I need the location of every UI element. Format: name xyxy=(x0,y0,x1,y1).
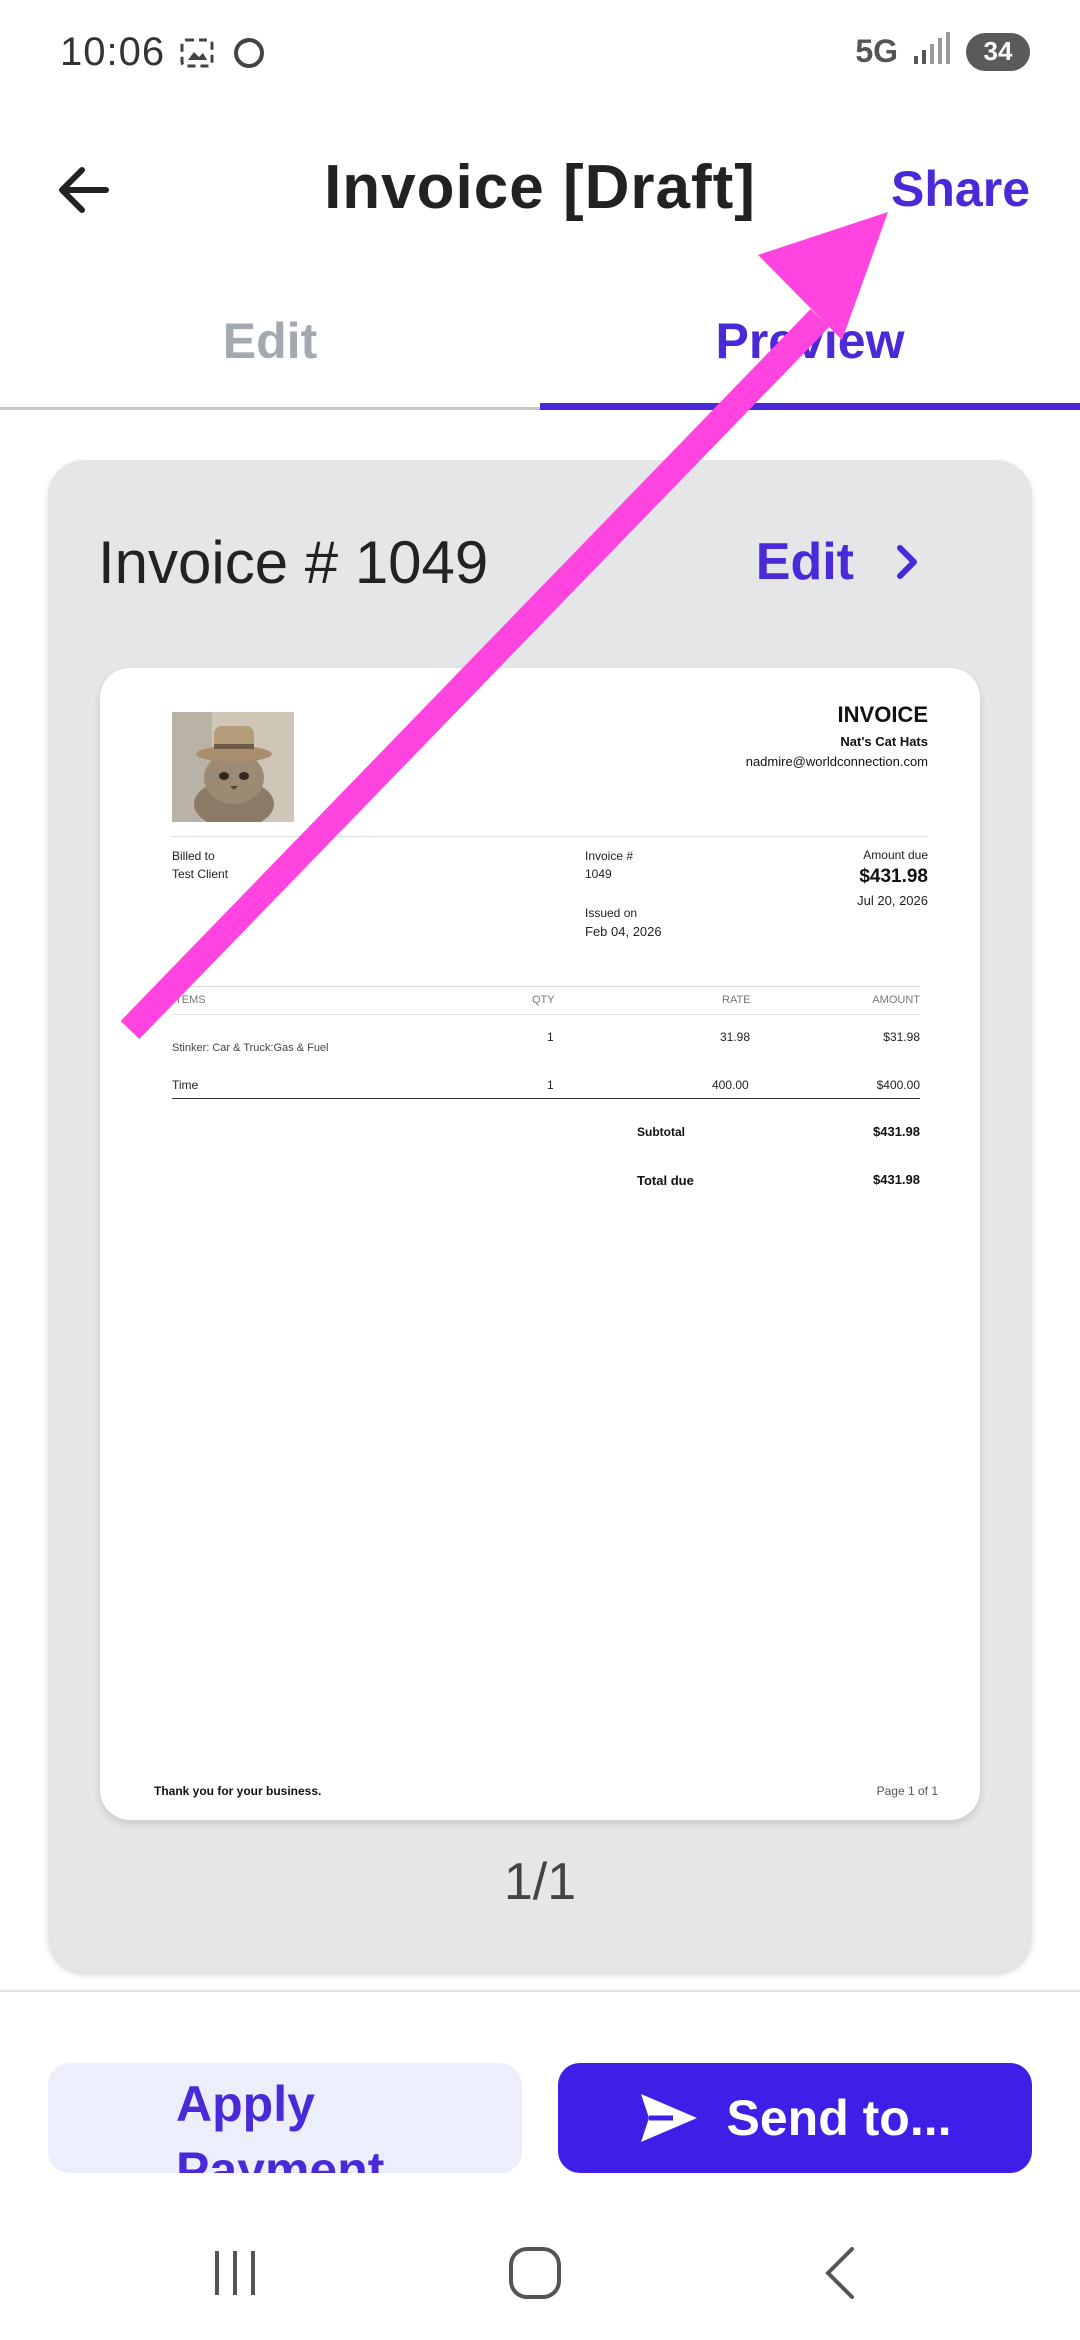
signal-icon xyxy=(912,32,952,71)
invoice-document[interactable]: INVOICE Nat's Cat Hats nadmire@worldconn… xyxy=(100,668,980,1820)
table-header-rule xyxy=(172,1014,920,1015)
sync-circle-icon xyxy=(230,34,268,77)
document-title: INVOICE xyxy=(837,702,928,727)
amount-due-label: Amount due xyxy=(863,848,928,862)
battery-indicator: 34 xyxy=(966,32,1030,71)
column-header-qty: QTY xyxy=(532,994,555,1006)
page-indicator: 1/1 xyxy=(503,1853,577,1911)
table-bottom-rule xyxy=(172,1098,920,1099)
item-rate: 400.00 xyxy=(712,1078,749,1092)
invoice-no-label: Invoice # xyxy=(585,849,634,863)
footer-thanks: Thank you for your business. xyxy=(154,1784,322,1798)
tab-edit[interactable]: Edit xyxy=(0,290,540,407)
recent-apps-icon xyxy=(215,2251,255,2295)
issued-on-value: Feb 04, 2026 xyxy=(585,924,662,939)
system-nav-bar xyxy=(0,2210,1080,2340)
status-time: 10:06 xyxy=(60,30,166,74)
subtotal-label: Subtotal xyxy=(637,1125,685,1139)
apply-payment-label: Apply Payment xyxy=(176,2076,385,2173)
column-header-rate: RATE xyxy=(722,994,751,1006)
tab-preview[interactable]: Preview xyxy=(540,290,1080,410)
screenshot-icon xyxy=(178,34,216,77)
billed-to-value: Test Client xyxy=(172,867,229,881)
company-logo-photo xyxy=(172,712,294,822)
app-header: Invoice [Draft] Share xyxy=(0,110,1080,270)
column-header-items: ITEMS xyxy=(172,994,206,1006)
issued-on-label: Issued on xyxy=(585,906,638,920)
billed-to-label: Billed to xyxy=(172,849,215,863)
network-label: 5G xyxy=(855,33,898,69)
tab-bar: Edit Preview xyxy=(0,290,1080,410)
item-amount: $31.98 xyxy=(883,1030,920,1044)
company-email: nadmire@worldconnection.com xyxy=(745,754,928,769)
send-to-button[interactable]: Send to... xyxy=(558,2063,1032,2173)
bottom-divider xyxy=(0,1990,1080,1992)
item-amount: $400.00 xyxy=(876,1078,920,1092)
divider xyxy=(172,836,928,837)
item-rate: 31.98 xyxy=(720,1030,751,1044)
total-due-label: Total due xyxy=(637,1173,694,1188)
footer-page-number: Page 1 of 1 xyxy=(876,1784,938,1798)
system-back-button[interactable] xyxy=(795,2238,885,2308)
status-bar: 10:06 5G 34 xyxy=(0,0,1080,110)
table-top-rule xyxy=(172,986,920,987)
edit-invoice-label: Edit xyxy=(755,533,854,591)
invoice-no-value: 1049 xyxy=(585,867,612,881)
screen: 10:06 5G 34 Invoice [Draft] Share Edit P… xyxy=(0,0,1080,2340)
invoice-number-heading: Invoice # 1049 xyxy=(98,529,489,596)
subtotal-value: $431.98 xyxy=(873,1124,920,1139)
amount-due-value: $431.98 xyxy=(859,866,928,887)
chevron-left-icon xyxy=(825,2247,854,2299)
home-icon xyxy=(509,2247,561,2299)
send-icon xyxy=(640,2094,697,2142)
company-name: Nat's Cat Hats xyxy=(840,734,928,749)
send-to-label: Send to... xyxy=(726,2090,952,2146)
preview-panel: Invoice # 1049 Edit INVOICE Nat's Cat Ha… xyxy=(48,460,1032,1972)
share-button[interactable]: Share xyxy=(891,160,1030,218)
due-date: Jul 20, 2026 xyxy=(857,893,928,908)
recent-apps-button[interactable] xyxy=(190,2238,280,2308)
home-button[interactable] xyxy=(490,2238,580,2308)
item-name: Stinker: Car & Truck:Gas & Fuel xyxy=(172,1042,329,1054)
chevron-right-icon xyxy=(897,545,917,579)
item-name: Time xyxy=(172,1078,199,1092)
status-icons-left xyxy=(178,34,268,77)
item-qty: 1 xyxy=(547,1030,554,1044)
item-qty: 1 xyxy=(547,1078,554,1092)
column-header-amount: AMOUNT xyxy=(872,994,920,1006)
status-right: 5G 34 xyxy=(855,32,1030,71)
total-due-value: $431.98 xyxy=(873,1172,920,1187)
apply-payment-button[interactable]: Apply Payment xyxy=(48,2063,522,2173)
edit-invoice-button[interactable]: Edit xyxy=(756,532,922,592)
